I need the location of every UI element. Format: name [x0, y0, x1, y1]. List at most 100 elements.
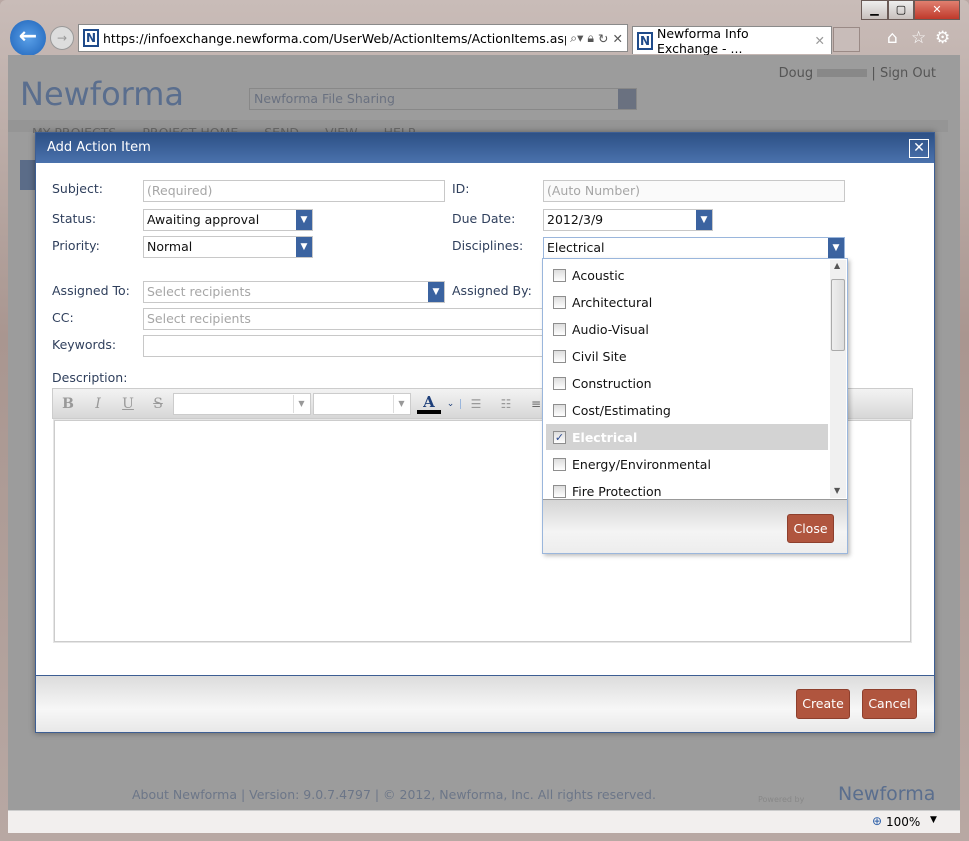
chevron-down-icon: ▼	[293, 394, 309, 413]
subject-input[interactable]: (Required)	[143, 180, 445, 202]
discipline-option[interactable]: ✓ Electrical	[546, 424, 828, 450]
sign-out-link[interactable]: Sign Out	[880, 66, 936, 81]
checkbox[interactable]	[553, 376, 566, 390]
discipline-option-label: Audio-Visual	[572, 321, 649, 337]
project-select[interactable]: Newforma File Sharing	[249, 88, 637, 110]
checkbox[interactable]	[553, 403, 566, 417]
checkbox[interactable]	[553, 268, 566, 282]
dialog-footer: Create Cancel	[36, 675, 934, 732]
id-placeholder: (Auto Number)	[547, 183, 640, 198]
numbered-list-icon[interactable]: ☷	[491, 397, 521, 411]
italic-button[interactable]: I	[83, 396, 113, 412]
discipline-option[interactable]: Acoustic	[546, 262, 828, 288]
settings-gear-icon[interactable]: ⚙	[935, 28, 950, 48]
search-icon[interactable]: ⌕▾	[570, 30, 583, 46]
create-button[interactable]: Create	[796, 689, 850, 719]
checkbox[interactable]: ✓	[553, 430, 566, 444]
checkbox[interactable]	[553, 349, 566, 363]
checkbox[interactable]	[553, 484, 566, 498]
dialog-close-icon[interactable]: ✕	[909, 139, 929, 158]
font-family-select[interactable]: ▼	[173, 392, 311, 415]
id-label: ID:	[452, 181, 470, 196]
scrollbar[interactable]: ▲ ▼	[830, 260, 846, 498]
new-tab-button[interactable]	[833, 27, 860, 52]
discipline-option[interactable]: Energy/Environmental	[546, 451, 828, 477]
stop-icon[interactable]: ✕	[613, 31, 623, 46]
discipline-option[interactable]: Construction	[546, 370, 828, 396]
user-name: Doug	[778, 66, 814, 81]
checkbox[interactable]	[553, 457, 566, 471]
close-window-button[interactable]: ✕	[914, 0, 960, 20]
status-select[interactable]: Awaiting approval ▼	[143, 209, 313, 231]
chevron-down-icon: ▼	[696, 210, 712, 230]
home-icon[interactable]: ⌂	[887, 28, 898, 48]
dropdown-close-button[interactable]: Close	[787, 514, 834, 543]
dialog-title: Add Action Item	[47, 140, 151, 155]
discipline-option[interactable]: Architectural	[546, 289, 828, 315]
checkbox[interactable]	[553, 295, 566, 309]
priority-select[interactable]: Normal ▼	[143, 236, 313, 258]
status-label: Status:	[52, 211, 97, 226]
newforma-logo: Newforma	[20, 75, 185, 113]
favorites-icon[interactable]: ☆	[911, 28, 926, 48]
scroll-up-icon[interactable]: ▲	[834, 261, 840, 270]
subject-placeholder: (Required)	[147, 183, 213, 198]
discipline-option-label: Energy/Environmental	[572, 456, 711, 472]
checkbox[interactable]	[553, 322, 566, 336]
due-date-picker[interactable]: 2012/3/9 ▼	[543, 209, 713, 231]
strikethrough-button[interactable]: S	[143, 396, 173, 412]
back-button[interactable]: ←	[10, 20, 46, 56]
bulleted-list-icon[interactable]: ☰	[461, 397, 491, 411]
keywords-label: Keywords:	[52, 337, 117, 352]
due-date-value: 2012/3/9	[547, 212, 604, 227]
discipline-option-label: Architectural	[572, 294, 653, 310]
scrollbar-thumb[interactable]	[831, 279, 845, 351]
close-tab-icon[interactable]: ✕	[815, 33, 825, 48]
assigned-to-input[interactable]: Select recipients ▼	[143, 281, 445, 303]
priority-label: Priority:	[52, 238, 100, 253]
font-color-dropdown-icon[interactable]: ⌄	[441, 398, 461, 409]
discipline-option-label: Civil Site	[572, 348, 627, 364]
minimize-button[interactable]: ▁	[861, 0, 888, 20]
disciplines-select[interactable]: Electrical ▼	[543, 237, 845, 259]
chevron-down-icon: ▼	[393, 394, 409, 413]
cc-placeholder: Select recipients	[147, 311, 251, 326]
zoom-dropdown-icon[interactable]: ▼	[930, 815, 937, 825]
due-date-label: Due Date:	[452, 211, 516, 226]
lock-icon: 🔒︎	[587, 30, 595, 45]
discipline-option-label: Electrical	[572, 429, 638, 445]
cancel-button[interactable]: Cancel	[862, 689, 917, 719]
font-color-button[interactable]: A	[417, 394, 441, 414]
forward-button[interactable]: →	[50, 26, 74, 50]
disciplines-dropdown: Acoustic Architectural Audio-Visual Civil S…	[542, 258, 848, 554]
maximize-button[interactable]: ▢	[888, 0, 914, 20]
bold-button[interactable]: B	[53, 396, 83, 412]
description-label: Description:	[52, 370, 128, 385]
underline-button[interactable]: U	[113, 396, 143, 412]
assigned-to-label: Assigned To:	[52, 283, 130, 298]
disciplines-value: Electrical	[547, 240, 605, 255]
assigned-by-label: Assigned By:	[452, 283, 532, 298]
cc-label: CC:	[52, 310, 74, 325]
keywords-input[interactable]	[143, 335, 563, 357]
zoom-level[interactable]: 100%	[886, 815, 920, 829]
font-size-select[interactable]: ▼	[313, 392, 411, 415]
discipline-option[interactable]: Cost/Estimating	[546, 397, 828, 423]
assigned-to-placeholder: Select recipients	[147, 284, 251, 299]
status-value: Awaiting approval	[147, 212, 260, 227]
discipline-option[interactable]: Civil Site	[546, 343, 828, 369]
powered-by-label: Powered by	[758, 795, 805, 804]
footer-logo: Newforma	[838, 783, 936, 805]
subject-label: Subject:	[52, 181, 103, 196]
scroll-down-icon[interactable]: ▼	[834, 486, 840, 495]
address-bar[interactable]: N https://infoexchange.newforma.com/User…	[78, 24, 628, 52]
site-favicon-icon: N	[83, 29, 99, 47]
tab-title: Newforma Info Exchange - ...	[657, 25, 749, 56]
chevron-down-icon: ▼	[828, 238, 844, 258]
refresh-icon[interactable]: ↻	[598, 31, 608, 46]
chevron-down-icon: ▼	[296, 237, 312, 257]
discipline-option-label: Cost/Estimating	[572, 402, 671, 418]
browser-tab[interactable]: N Newforma Info Exchange - ... ✕	[632, 25, 832, 56]
discipline-option[interactable]: Audio-Visual	[546, 316, 828, 342]
cc-input[interactable]: Select recipients	[143, 308, 563, 330]
